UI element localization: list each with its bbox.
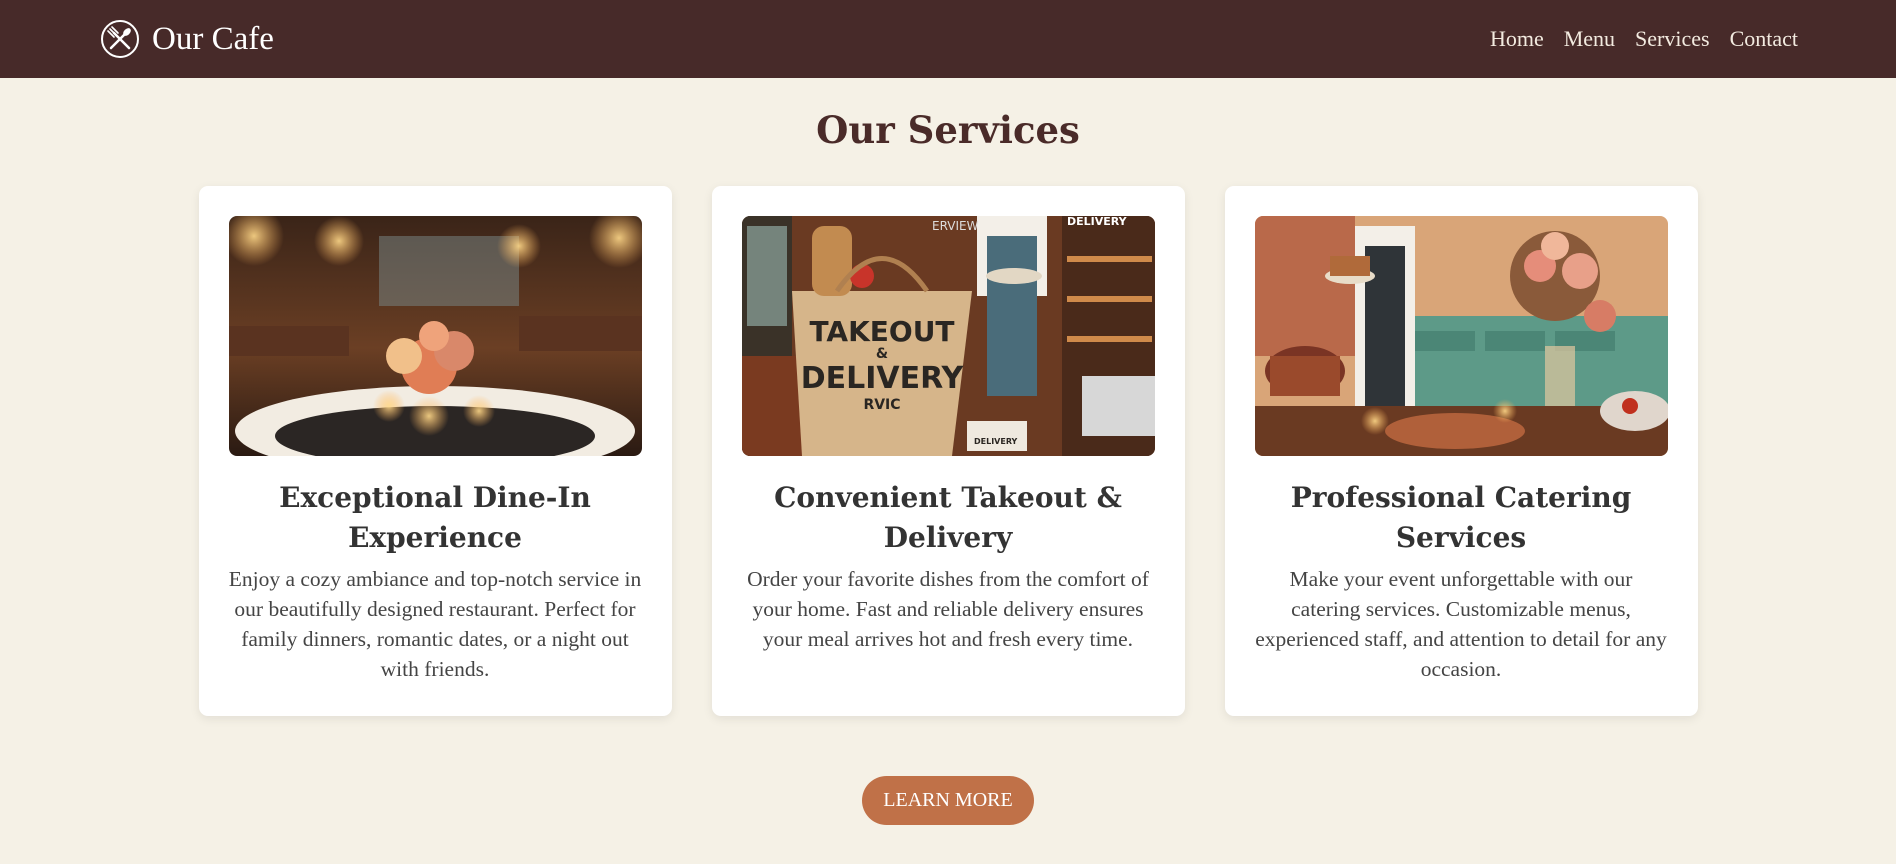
card-text: Make your event unforgettable with our c… (1255, 567, 1667, 681)
card-title: Professional Catering Services (1290, 481, 1632, 554)
nav-link-services[interactable]: Services (1635, 26, 1710, 52)
dine-in-image (228, 216, 642, 456)
services-cards: Exceptional Dine-In Experience Enjoy a c… (0, 186, 1896, 716)
nav-link-contact[interactable]: Contact (1730, 26, 1798, 52)
takeout-image: TAKEOUT & DELIVERY RVIC ERVIEW DELIVERY … (741, 216, 1155, 456)
section-title: Our Services (816, 108, 1080, 152)
svg-text:DELIVERY: DELIVERY (974, 437, 1018, 446)
brand-link[interactable]: Our Cafe (100, 19, 274, 59)
card-title: Exceptional Dine-In Experience (279, 481, 591, 554)
card-text: Enjoy a cozy ambiance and top-notch serv… (228, 567, 642, 681)
svg-text:TAKEOUT: TAKEOUT (809, 315, 954, 348)
nav-link-home[interactable]: Home (1490, 26, 1544, 52)
svg-text:&: & (875, 346, 887, 362)
service-card-takeout: TAKEOUT & DELIVERY RVIC ERVIEW DELIVERY … (711, 186, 1185, 716)
fork-knife-icon (101, 20, 139, 58)
service-card-catering: Professional Catering Services Make your… (1224, 186, 1698, 716)
svg-text:RVIC: RVIC (863, 397, 900, 413)
svg-text:DELIVERY: DELIVERY (1067, 216, 1128, 228)
svg-text:DELIVERY: DELIVERY (800, 361, 964, 396)
card-title: Convenient Takeout & Delivery (774, 481, 1122, 554)
catering-image (1254, 216, 1668, 456)
service-card-dine-in: Exceptional Dine-In Experience Enjoy a c… (198, 186, 672, 716)
card-text: Order your favorite dishes from the comf… (747, 567, 1149, 651)
svg-text:ERVIEW: ERVIEW (932, 219, 979, 233)
cta-wrapper: LEARN MORE (0, 776, 1896, 825)
main-nav: Home Menu Services Contact (1490, 26, 1798, 52)
navbar: Our Cafe Home Menu Services Contact (0, 0, 1896, 78)
learn-more-button[interactable]: LEARN MORE (862, 776, 1034, 825)
nav-link-menu[interactable]: Menu (1564, 26, 1615, 52)
brand-name: Our Cafe (152, 20, 274, 57)
